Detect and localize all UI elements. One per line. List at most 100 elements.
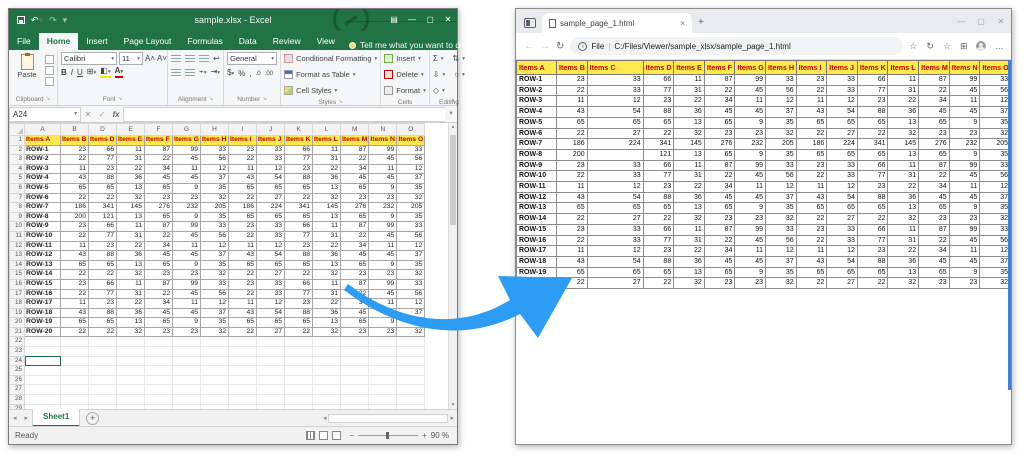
cell[interactable]: 22: [229, 289, 257, 299]
cell[interactable]: [257, 375, 285, 385]
ribbon-display-options-icon[interactable]: ▤: [385, 9, 403, 31]
cell[interactable]: 22: [285, 327, 313, 337]
cell[interactable]: 45: [369, 155, 397, 165]
cell[interactable]: [369, 366, 397, 376]
cell[interactable]: 99: [173, 279, 201, 289]
next-sheet-icon[interactable]: ▸: [21, 414, 33, 422]
cell[interactable]: 12: [257, 241, 285, 251]
cell[interactable]: [173, 385, 201, 395]
column-header-G[interactable]: G: [173, 124, 201, 136]
cell[interactable]: [173, 404, 201, 409]
cell[interactable]: [89, 395, 117, 405]
align-bottom-icon[interactable]: [199, 55, 209, 63]
autosum-icon[interactable]: Σ: [433, 54, 438, 64]
cell[interactable]: [397, 385, 425, 395]
close-icon[interactable]: ✕: [439, 9, 457, 31]
more-menu-icon[interactable]: ...: [995, 41, 1003, 51]
cell[interactable]: [25, 356, 61, 366]
prev-sheet-icon[interactable]: ◂: [9, 414, 21, 422]
cell[interactable]: [313, 356, 341, 366]
cell[interactable]: 12: [397, 164, 425, 174]
cell[interactable]: 23: [145, 327, 173, 337]
cell[interactable]: 77: [285, 155, 313, 165]
cell[interactable]: 224: [257, 203, 285, 213]
font-color-icon[interactable]: A▾: [115, 67, 124, 78]
scroll-right-icon[interactable]: ▸: [450, 414, 454, 422]
cell[interactable]: 88: [89, 308, 117, 318]
column-header-F[interactable]: F: [145, 124, 173, 136]
ribbon-tab-formulas[interactable]: Formulas: [179, 33, 230, 50]
percent-icon[interactable]: %: [238, 69, 245, 79]
ribbon-tab-insert[interactable]: Insert: [78, 33, 115, 50]
cell[interactable]: 77: [89, 231, 117, 241]
cell[interactable]: 43: [229, 251, 257, 261]
cell[interactable]: 36: [117, 308, 145, 318]
cell[interactable]: [257, 404, 285, 409]
cell[interactable]: 65: [145, 183, 173, 193]
zoom-out-icon[interactable]: −: [349, 431, 354, 440]
cell[interactable]: [257, 385, 285, 395]
tell-me-box[interactable]: Tell me what you want to do..: [349, 40, 470, 50]
cell[interactable]: 27: [257, 327, 285, 337]
cell[interactable]: [341, 356, 369, 366]
row-header-5[interactable]: 5: [10, 174, 25, 184]
expand-formula-bar-icon[interactable]: ▼: [445, 111, 457, 117]
cell[interactable]: 13: [313, 260, 341, 270]
undo-icon[interactable]: ↶▾: [31, 9, 43, 31]
cell[interactable]: [173, 366, 201, 376]
cell[interactable]: 45: [173, 155, 201, 165]
cell[interactable]: 32: [397, 193, 425, 203]
cell[interactable]: 35: [201, 260, 229, 270]
cell[interactable]: 66: [285, 279, 313, 289]
hscroll-track[interactable]: [328, 414, 448, 423]
cell[interactable]: [257, 356, 285, 366]
cell[interactable]: 11: [173, 164, 201, 174]
cell[interactable]: 88: [89, 251, 117, 261]
cell[interactable]: [257, 366, 285, 376]
cell[interactable]: 45: [341, 174, 369, 184]
cell[interactable]: [229, 395, 257, 405]
align-center-icon[interactable]: [185, 69, 195, 77]
orientation-icon[interactable]: ⌁▾: [199, 67, 207, 78]
cell[interactable]: 65: [61, 260, 89, 270]
cell[interactable]: 23: [145, 193, 173, 203]
cell[interactable]: 99: [173, 222, 201, 232]
cell[interactable]: Items G: [173, 136, 201, 146]
cell[interactable]: [201, 356, 229, 366]
ribbon-tab-review[interactable]: Review: [265, 33, 309, 50]
cell[interactable]: 45: [173, 289, 201, 299]
cell[interactable]: 35: [201, 212, 229, 222]
cell[interactable]: 36: [117, 251, 145, 261]
cell[interactable]: [313, 385, 341, 395]
cell[interactable]: 65: [257, 318, 285, 328]
cell[interactable]: [61, 375, 89, 385]
cell[interactable]: 23: [89, 164, 117, 174]
column-header-D[interactable]: D: [89, 124, 117, 136]
insert-cells-button[interactable]: Insert▾: [384, 52, 421, 65]
cell[interactable]: [313, 395, 341, 405]
column-header-K[interactable]: K: [285, 124, 313, 136]
cell[interactable]: [257, 337, 285, 347]
align-top-icon[interactable]: [171, 55, 181, 63]
cell[interactable]: 22: [61, 327, 89, 337]
cell[interactable]: [341, 395, 369, 405]
cell[interactable]: 36: [313, 251, 341, 261]
cell[interactable]: 121: [89, 212, 117, 222]
cell[interactable]: 65: [145, 212, 173, 222]
cell[interactable]: 36: [313, 174, 341, 184]
cell[interactable]: [285, 356, 313, 366]
cell[interactable]: [145, 337, 173, 347]
cell[interactable]: 186: [61, 203, 89, 213]
cell[interactable]: ROW-6: [25, 193, 61, 203]
cell[interactable]: ROW-1: [25, 145, 61, 155]
cell[interactable]: 65: [285, 183, 313, 193]
cell[interactable]: 23: [173, 327, 201, 337]
cell[interactable]: [369, 375, 397, 385]
row-header-26[interactable]: 26: [10, 375, 25, 385]
sort-filter-icon[interactable]: ⇅: [453, 54, 460, 64]
row-header-17[interactable]: 17: [10, 289, 25, 299]
cell[interactable]: 23: [173, 270, 201, 280]
cell[interactable]: 56: [397, 155, 425, 165]
format-painter-icon[interactable]: [45, 77, 54, 86]
cell[interactable]: 99: [369, 222, 397, 232]
